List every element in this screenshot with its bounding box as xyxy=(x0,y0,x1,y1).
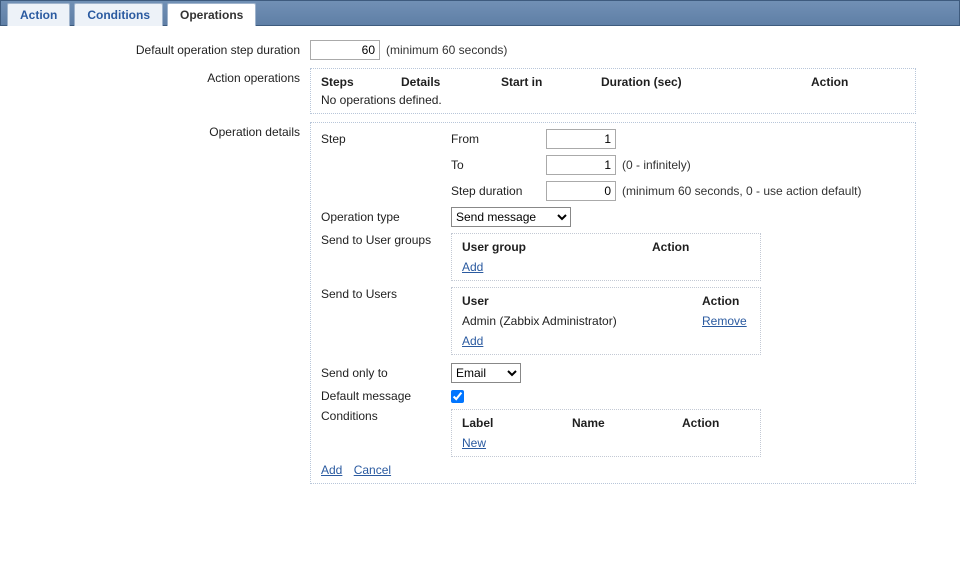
col-cond-action: Action xyxy=(682,416,719,430)
link-add-operation[interactable]: Add xyxy=(321,463,342,477)
label-send-user-groups: Send to User groups xyxy=(321,233,451,247)
input-step-from[interactable] xyxy=(546,129,616,149)
label-operation-type: Operation type xyxy=(321,210,451,224)
label-default-message: Default message xyxy=(321,389,451,403)
label-step: Step xyxy=(321,132,451,146)
col-start-in: Start in xyxy=(501,75,601,89)
col-user-action: Action xyxy=(702,294,739,308)
col-action: Action xyxy=(811,75,848,89)
tab-conditions[interactable]: Conditions xyxy=(74,3,163,26)
link-remove-user[interactable]: Remove xyxy=(702,314,747,328)
hint-infinite: (0 - infinitely) xyxy=(622,158,691,172)
conditions-panel: Label Name Action New xyxy=(451,409,761,457)
tab-bar: Action Conditions Operations xyxy=(0,0,960,26)
label-conditions: Conditions xyxy=(321,409,451,423)
link-cancel-operation[interactable]: Cancel xyxy=(354,463,391,477)
tab-operations[interactable]: Operations xyxy=(167,3,256,26)
action-operations-panel: Steps Details Start in Duration (sec) Ac… xyxy=(310,68,916,114)
tab-action[interactable]: Action xyxy=(7,3,70,26)
no-operations-text: No operations defined. xyxy=(321,93,905,107)
col-cond-label: Label xyxy=(462,416,572,430)
col-steps: Steps xyxy=(321,75,401,89)
operation-details-panel: Step From To (0 - infinitely) xyxy=(310,122,916,484)
col-user-group: User group xyxy=(462,240,652,254)
link-add-user-group[interactable]: Add xyxy=(462,260,483,274)
user-name: Admin (Zabbix Administrator) xyxy=(462,314,702,328)
checkbox-default-message[interactable] xyxy=(451,390,464,403)
content-area: Default operation step duration (minimum… xyxy=(0,26,960,506)
hint-min60: (minimum 60 seconds) xyxy=(386,43,507,57)
input-step-to[interactable] xyxy=(546,155,616,175)
label-default-step-duration: Default operation step duration xyxy=(20,40,310,57)
user-groups-panel: User group Action Add xyxy=(451,233,761,281)
col-duration: Duration (sec) xyxy=(601,75,811,89)
label-send-only-to: Send only to xyxy=(321,366,451,380)
select-operation-type[interactable]: Send message xyxy=(451,207,571,227)
label-from: From xyxy=(451,132,546,146)
input-default-step-duration[interactable] xyxy=(310,40,380,60)
label-operation-details: Operation details xyxy=(20,122,310,139)
select-send-only-to[interactable]: Email xyxy=(451,363,521,383)
col-details: Details xyxy=(401,75,501,89)
hint-step-duration: (minimum 60 seconds, 0 - use action defa… xyxy=(622,184,861,198)
label-step-duration: Step duration xyxy=(451,184,546,198)
users-panel: User Action Admin (Zabbix Administrator)… xyxy=(451,287,761,355)
col-cond-name: Name xyxy=(572,416,682,430)
label-action-operations: Action operations xyxy=(20,68,310,85)
col-ug-action: Action xyxy=(652,240,689,254)
label-send-users: Send to Users xyxy=(321,287,451,301)
col-user: User xyxy=(462,294,702,308)
link-new-condition[interactable]: New xyxy=(462,436,486,450)
user-row: Admin (Zabbix Administrator) Remove xyxy=(462,314,750,328)
input-step-duration[interactable] xyxy=(546,181,616,201)
label-to: To xyxy=(451,158,546,172)
link-add-user[interactable]: Add xyxy=(462,334,483,348)
